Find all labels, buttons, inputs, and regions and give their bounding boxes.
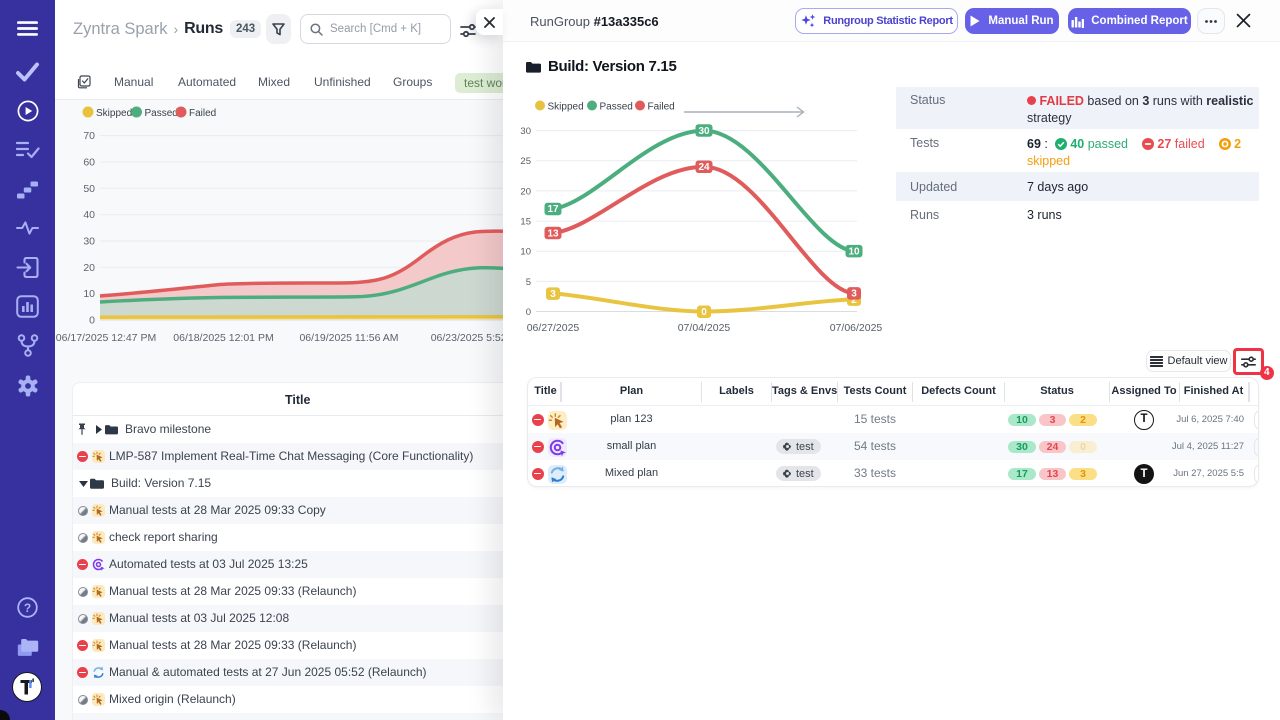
svg-text:10: 10 — [520, 247, 531, 258]
svg-text:0: 0 — [89, 315, 95, 327]
svg-text:07/04/2025: 07/04/2025 — [678, 322, 731, 334]
svg-text:20: 20 — [83, 262, 95, 274]
svg-text:3: 3 — [851, 289, 857, 300]
svg-text:06/19/2025 11:56 AM: 06/19/2025 11:56 AM — [299, 332, 398, 344]
svg-text:17: 17 — [547, 204, 559, 215]
svg-text:24: 24 — [698, 162, 710, 173]
svg-text:10: 10 — [83, 288, 95, 300]
svg-text:07/06/2025: 07/06/2025 — [830, 322, 883, 334]
svg-text:Skipped: Skipped — [96, 108, 132, 119]
svg-text:30: 30 — [520, 126, 531, 137]
svg-text:20: 20 — [520, 186, 531, 197]
svg-text:Passed: Passed — [600, 102, 633, 113]
svg-text:0: 0 — [701, 307, 707, 318]
svg-text:06/23/2025 5:52 PM: 06/23/2025 5:52 PM — [431, 332, 505, 344]
svg-text:3: 3 — [550, 289, 556, 300]
svg-text:70: 70 — [83, 130, 95, 142]
svg-text:Passed: Passed — [145, 108, 178, 119]
svg-text:Failed: Failed — [648, 102, 675, 113]
svg-text:40: 40 — [83, 209, 95, 221]
svg-text:06/17/2025 12:47 PM: 06/17/2025 12:47 PM — [56, 332, 156, 344]
svg-text:06/18/2025 12:01 PM: 06/18/2025 12:01 PM — [173, 332, 273, 344]
svg-text:60: 60 — [83, 157, 95, 169]
svg-text:10: 10 — [848, 246, 860, 257]
svg-text:Failed: Failed — [189, 108, 216, 119]
svg-text:25: 25 — [520, 156, 531, 167]
svg-text:?: ? — [24, 601, 31, 615]
svg-text:5: 5 — [526, 277, 531, 288]
svg-text:50: 50 — [83, 183, 95, 195]
svg-text:13: 13 — [547, 228, 559, 239]
svg-text:Skipped: Skipped — [548, 102, 584, 113]
svg-text:0: 0 — [526, 307, 531, 318]
svg-text:30: 30 — [83, 236, 95, 248]
svg-text:30: 30 — [698, 126, 710, 137]
svg-text:06/27/2025: 06/27/2025 — [527, 322, 580, 334]
svg-text:15: 15 — [520, 217, 531, 228]
